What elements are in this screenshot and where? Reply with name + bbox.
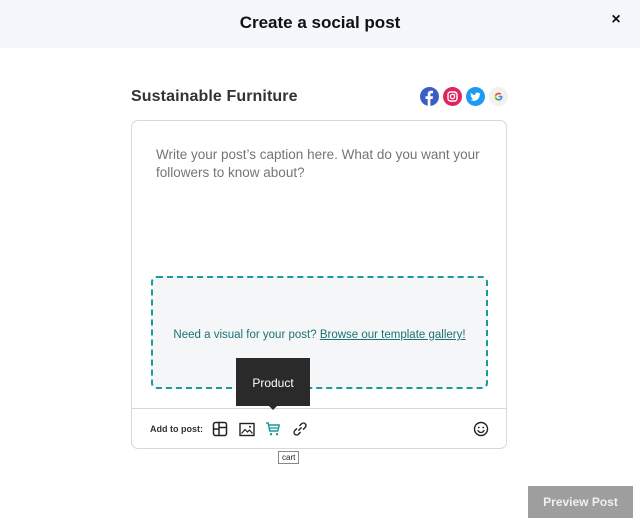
add-to-post-label: Add to post: [150, 424, 203, 434]
dialog-title: Create a social post [239, 13, 401, 32]
instagram-icon[interactable] [443, 87, 462, 106]
add-to-post-toolbar: Add to post: [132, 408, 506, 448]
preview-post-button[interactable]: Preview Post [528, 486, 633, 518]
business-name: Sustainable Furniture [131, 88, 298, 105]
close-button[interactable]: × [608, 12, 624, 28]
close-icon: × [611, 11, 621, 28]
layout-grid-icon [212, 421, 228, 437]
image-icon [239, 422, 255, 436]
caption-input[interactable] [156, 146, 486, 200]
cart-native-tooltip: cart [278, 451, 300, 464]
dialog-header: Create a social post × [0, 0, 640, 48]
product-tooltip: Product [236, 358, 310, 406]
add-template-button[interactable] [211, 420, 229, 438]
link-icon [293, 422, 307, 436]
template-gallery-link[interactable]: Browse our template gallery! [320, 329, 466, 341]
social-network-icons [420, 87, 508, 106]
google-icon[interactable] [489, 87, 508, 106]
add-product-button[interactable] [264, 420, 282, 438]
add-link-button[interactable] [291, 420, 309, 438]
post-editor: Need a visual for your post? Browse our … [131, 120, 507, 449]
visual-drop-zone[interactable]: Need a visual for your post? Browse our … [151, 276, 488, 389]
smiley-icon [473, 421, 489, 437]
drop-zone-prompt: Need a visual for your post? [173, 329, 317, 341]
cart-icon [266, 422, 280, 436]
add-image-button[interactable] [238, 420, 256, 438]
facebook-icon[interactable] [420, 87, 439, 106]
twitter-icon[interactable] [466, 87, 485, 106]
emoji-button[interactable] [472, 420, 490, 438]
tooltip-arrow [268, 405, 278, 410]
drop-zone-text: Need a visual for your post? Browse our … [153, 329, 486, 341]
